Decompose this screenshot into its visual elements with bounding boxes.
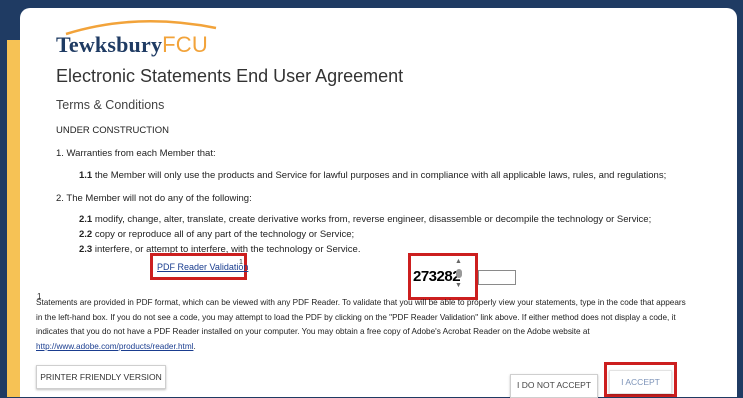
arrow-up-icon[interactable]: ▲ xyxy=(455,258,462,265)
accept-button[interactable]: I ACCEPT xyxy=(609,370,672,394)
logo-name: Tewksbury xyxy=(56,32,163,57)
section-text: copy or reproduce all of any part of the… xyxy=(92,229,355,240)
logo-accent: FCU xyxy=(162,32,208,57)
section-text: modify, change, alter, translate, create… xyxy=(92,214,652,225)
status-text: UNDER CONSTRUCTION xyxy=(56,125,169,136)
arrow-down-icon[interactable]: ▼ xyxy=(455,282,462,289)
section-2-1: 2.1 modify, change, alter, translate, cr… xyxy=(79,214,651,225)
page-subtitle: Terms & Conditions xyxy=(56,98,165,112)
section-number: 2.3 xyxy=(79,244,93,255)
pdf-reader-validation-link[interactable]: PDF Reader Validation xyxy=(157,262,248,272)
footnote-text: Statements are provided in PDF format, w… xyxy=(36,296,686,354)
section-1-1: 1.1 the Member will only use the product… xyxy=(79,170,666,181)
pdf-link-superscript: 1 xyxy=(239,259,243,266)
logo: TewksburyFCU xyxy=(56,18,221,58)
logo-wordmark: TewksburyFCU xyxy=(56,32,208,58)
section-2-2: 2.2 copy or reproduce all of any part of… xyxy=(79,229,354,240)
section-2-heading: 2. The Member will not do any of the fol… xyxy=(56,193,252,204)
validation-code-input[interactable] xyxy=(478,270,516,285)
section-number: 2.1 xyxy=(79,214,93,225)
speaker-icon[interactable] xyxy=(456,269,462,278)
section-number: 2.2 xyxy=(79,229,93,240)
left-frame xyxy=(0,0,22,397)
section-number: 1.1 xyxy=(79,170,93,181)
section-1-heading: 1. Warranties from each Member that: xyxy=(56,148,216,159)
decline-button[interactable]: I DO NOT ACCEPT xyxy=(510,374,598,398)
validation-code: 273282 xyxy=(413,268,461,285)
adobe-reader-link[interactable]: http://www.adobe.com/products/reader.htm… xyxy=(36,342,193,351)
footnote-end: . xyxy=(193,341,196,351)
section-text: the Member will only use the products an… xyxy=(92,170,667,181)
accent-bar xyxy=(7,40,21,397)
printer-friendly-button[interactable]: PRINTER FRIENDLY VERSION xyxy=(36,365,166,389)
page-title: Electronic Statements End User Agreement xyxy=(56,66,404,86)
footnote-body: Statements are provided in PDF format, w… xyxy=(36,298,686,336)
code-scroll-control[interactable]: ▲ ▼ xyxy=(455,258,463,292)
